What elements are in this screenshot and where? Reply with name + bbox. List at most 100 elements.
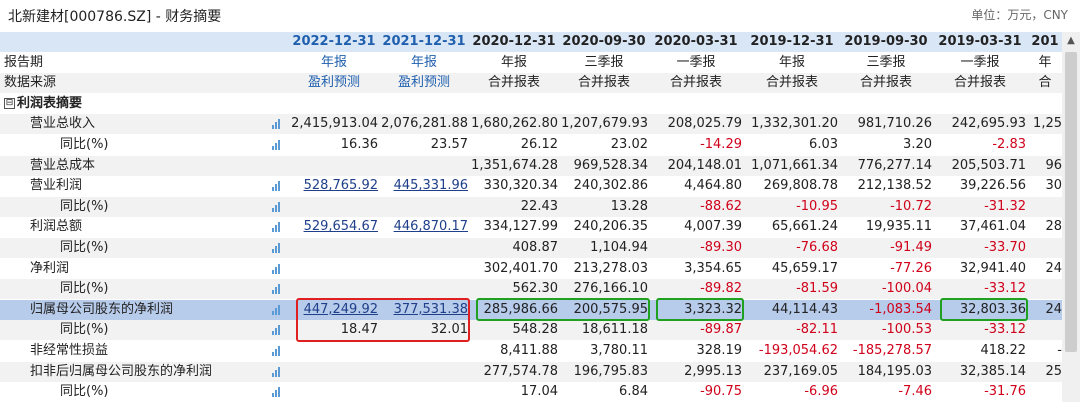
table-row: 利润总额 529,654.67 446,870.17 334,127.99 240,20… [0,217,1062,237]
value-cell: 22.43 [520,198,558,214]
column-header-date[interactable]: 2022-12-31 [290,32,378,52]
column-header-date[interactable]: 2020-12-31 [470,32,558,52]
value-cell: -100.53 [881,322,932,338]
bar-chart-icon[interactable] [272,222,282,233]
row-label: 同比(%) [60,137,109,152]
value-cell[interactable]: 445,331.96 [380,176,468,196]
value-cell[interactable]: 446,870.17 [380,217,468,237]
value-cell: 3,323.32 [684,301,742,317]
value-cell: -33.12 [984,322,1026,338]
vertical-scrollbar[interactable]: ▲ [1062,32,1080,402]
column-header-date[interactable]: 2021-12-31 [380,32,468,52]
value-cell [290,156,378,176]
column-header-date[interactable]: 201 [1028,32,1062,52]
table-row: 报告期 年报 年报 年报 三季报 一季报 年报 三季报 一季报 年 [0,53,1062,73]
bar-chart-icon[interactable] [272,284,282,295]
value-cell[interactable]: 528,765.92 [290,176,378,196]
value-cell: 32,385.14 [959,363,1026,379]
value-cell: -14.29 [700,137,742,152]
header-info-cell: 盈利预测 [307,75,360,91]
value-cell[interactable]: 23.57 [380,135,468,155]
bar-chart-icon[interactable] [272,201,282,212]
value-cell: 32,803.36 [959,301,1026,317]
bar-chart-icon[interactable] [272,263,282,274]
table-row: 扣非后归属母公司股东的净利润 277,574.78 196,795.83 2,995.… [0,361,1062,382]
column-header-date[interactable]: 2020-03-31 [650,32,742,52]
value-cell [380,238,468,258]
value-cell: 1,071,661.34 [751,157,838,173]
bar-chart-icon[interactable] [272,304,282,315]
value-cell: 776,277.14 [857,157,932,173]
value-cell [1028,238,1062,258]
table-row: 同比(%) 16.36 23.57 26.12 23.02 -14.29 6.03 3.20 -… [0,135,1062,155]
value-cell: -89.30 [700,240,742,255]
header-info-cell: 三季报 [866,54,906,70]
header-info-cell: 合并报表 [859,75,912,91]
bar-chart-icon[interactable] [272,243,282,253]
value-cell: - [1057,343,1062,358]
header-info-cell: 一季报 [676,54,716,70]
row-label: 利润总额 [30,219,83,235]
value-cell [1028,382,1062,402]
header-info-cell: 合并报表 [577,75,630,91]
header-info-cell: 年 [1038,54,1052,70]
collapse-toggle-icon[interactable]: ⊟ [4,97,15,109]
value-cell: 242,695.93 [951,116,1026,132]
bar-chart-icon[interactable] [272,346,282,356]
value-cell [380,259,468,279]
row-label: 同比(%) [60,384,109,400]
value-cell [1028,197,1062,217]
header-label-cell [0,32,270,52]
row-label: 同比(%) [60,240,109,255]
value-cell: 3,780.11 [590,343,648,358]
row-label: 净利润 [30,260,70,276]
value-cell: 26.12 [520,137,558,152]
value-cell: 328.19 [696,343,743,358]
value-cell [290,197,378,217]
bar-chart-icon[interactable] [272,366,282,377]
bar-chart-icon[interactable] [272,387,282,398]
column-header-date[interactable]: 2019-12-31 [746,32,838,52]
column-header-date[interactable]: 2019-09-30 [840,32,932,52]
value-cell: 981,710.26 [857,116,932,132]
scroll-up-arrow-icon[interactable]: ▲ [1062,32,1080,50]
header-info-cell: 盈利预测 [397,75,450,91]
bar-chart-icon[interactable] [272,140,282,150]
value-cell [470,94,558,114]
value-cell: -33.70 [984,240,1026,255]
column-header-date[interactable]: 2020-09-30 [560,32,648,52]
table-row: 营业利润 528,765.92 445,331.96 330,320.34 240,30… [0,176,1062,196]
value-cell [290,362,378,382]
scrollbar-thumb[interactable] [1065,52,1077,352]
bar-chart-icon[interactable] [272,181,282,192]
value-cell: -81.59 [796,281,838,297]
value-cell: 276,166.10 [573,281,648,297]
value-cell[interactable]: 2,076,281.88 [380,114,468,134]
unit-label: 单位：万元，CNY [971,8,1068,22]
value-cell [290,238,378,258]
header-info-cell: 年报 [500,54,527,70]
bar-chart-icon[interactable] [272,325,282,336]
value-cell[interactable]: 2,415,913.04 [290,114,378,134]
value-cell: -185,278.57 [852,343,932,358]
value-cell: 418.22 [980,343,1027,358]
value-cell: 44,114.43 [771,301,838,317]
value-cell: -88.62 [700,198,742,214]
value-cell: 17.04 [520,384,558,400]
value-cell[interactable]: 16.36 [290,135,378,155]
value-cell[interactable]: 18.47 [290,320,378,340]
value-cell: 65,661.24 [771,219,838,235]
value-cell: 3.20 [903,137,932,152]
value-cell: -6.96 [804,384,838,400]
value-cell: -90.75 [700,384,742,400]
value-cell: 1,104.94 [590,240,648,255]
value-cell [934,94,1026,114]
value-cell[interactable]: 32.01 [380,320,468,340]
bar-chart-icon[interactable] [272,119,282,130]
value-cell[interactable]: 447,249.92 [290,300,378,320]
table-row: 营业总收入 2,415,913.04 2,076,281.88 1,680,262.8… [0,114,1062,135]
value-cell: 196,795.83 [573,363,648,379]
value-cell[interactable]: 529,654.67 [290,217,378,237]
column-header-date[interactable]: 2019-03-31 [934,32,1026,52]
value-cell[interactable]: 377,531.38 [380,300,468,320]
